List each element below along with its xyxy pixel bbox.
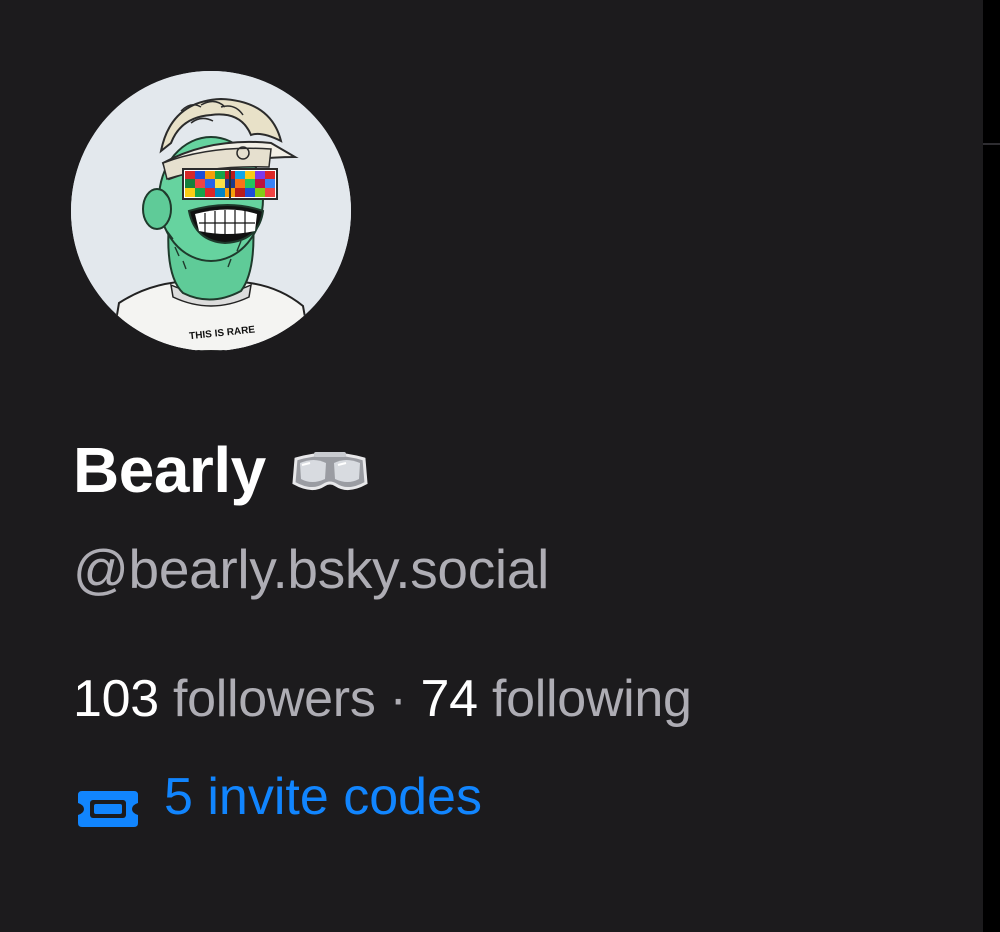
display-name: Bearly — [73, 434, 266, 506]
right-edge-panel — [983, 0, 1000, 932]
ticket-icon — [74, 777, 142, 827]
name-row: Bearly — [73, 430, 370, 510]
followers-link[interactable]: 103 followers — [73, 670, 376, 728]
following-link[interactable]: 74 following — [421, 670, 692, 728]
profile-handle: @bearly.bsky.social — [73, 538, 550, 600]
profile-stats: 103 followers · 74 following — [73, 664, 692, 734]
following-count: 74 — [420, 670, 479, 728]
edge-divider — [983, 143, 1000, 145]
following-label: following — [491, 670, 692, 728]
profile-screen: THIS IS RARE Bearly @bearly.bsky.social … — [0, 0, 1000, 932]
invite-codes-label: 5 invite codes — [164, 768, 482, 826]
goggles-icon — [290, 449, 370, 497]
avatar-image: THIS IS RARE — [71, 71, 351, 351]
stats-separator: · — [389, 670, 407, 728]
avatar[interactable]: THIS IS RARE — [71, 71, 351, 351]
followers-count: 103 — [73, 670, 159, 728]
followers-label: followers — [173, 670, 376, 728]
invite-codes-button[interactable]: 5 invite codes — [74, 762, 482, 832]
